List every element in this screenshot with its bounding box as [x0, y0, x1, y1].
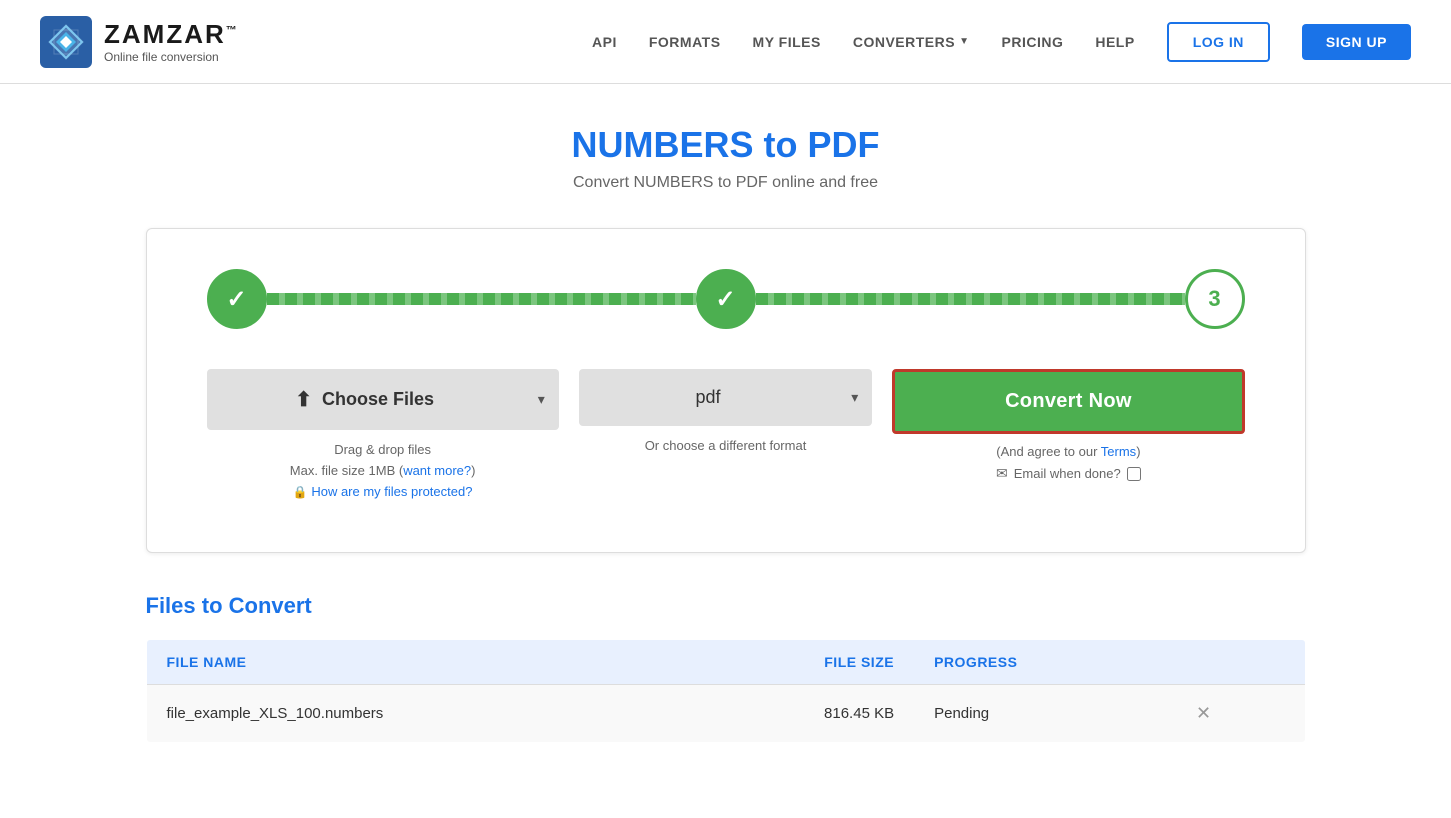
step-3-label: 3 [1208, 286, 1220, 312]
convert-now-button[interactable]: Convert Now [892, 369, 1244, 434]
format-control-group: pdf ▾ Or choose a different format [579, 369, 873, 457]
files-table: FILE NAME FILE SIZE PROGRESS file_exampl… [146, 639, 1306, 743]
file-progress-cell: Pending [914, 685, 1172, 743]
email-icon: ✉ [996, 465, 1008, 482]
step-line-2 [756, 293, 1185, 305]
col-filesize: FILE SIZE [684, 640, 914, 685]
file-remove-cell: ✕ [1172, 685, 1305, 743]
logo-tagline: Online file conversion [104, 50, 239, 64]
terms-text: (And agree to our Terms) [996, 444, 1140, 459]
upload-icon: ⬆ [295, 387, 312, 412]
nav-pricing[interactable]: PRICING [1002, 34, 1064, 50]
files-control-group: ⬆ Choose Files ▾ Drag & drop files Max. … [207, 369, 559, 502]
format-select-button[interactable]: pdf ▾ [579, 369, 873, 426]
file-size-cell: 816.45 KB [684, 685, 914, 743]
files-section: Files to Convert FILE NAME FILE SIZE PRO… [146, 593, 1306, 743]
step-3: 3 [1185, 269, 1245, 329]
page-title-section: NUMBERS to PDF Convert NUMBERS to PDF on… [146, 124, 1306, 192]
choose-files-arrow-icon: ▾ [524, 373, 559, 426]
logo[interactable]: ZAMZAR™ Online file conversion [40, 16, 239, 68]
format-arrow-icon: ▾ [837, 371, 872, 424]
login-button[interactable]: LOG IN [1167, 22, 1270, 62]
format-value: pdf [695, 387, 720, 407]
choose-files-label: Choose Files [322, 389, 434, 410]
nav-my-files[interactable]: MY FILES [753, 34, 821, 50]
terms-link[interactable]: Terms [1101, 444, 1136, 459]
step-1-check: ✓ [226, 285, 246, 314]
converters-chevron-icon: ▼ [959, 36, 969, 47]
email-checkbox[interactable] [1127, 467, 1141, 481]
email-label: Email when done? [1014, 466, 1121, 481]
logo-icon [40, 16, 92, 68]
col-progress: PROGRESS [914, 640, 1172, 685]
col-filename: FILE NAME [146, 640, 684, 685]
main-nav: API FORMATS MY FILES CONVERTERS ▼ PRICIN… [592, 22, 1411, 62]
lock-icon: 🔒 [293, 485, 308, 499]
convert-control-group: Convert Now (And agree to our Terms) ✉ E… [892, 369, 1244, 482]
table-row: file_example_XLS_100.numbers 816.45 KB P… [146, 685, 1305, 743]
want-more-link[interactable]: want more? [403, 463, 471, 478]
files-heading: Files to Convert [146, 593, 1306, 619]
choose-files-button[interactable]: ⬆ Choose Files ▾ [207, 369, 559, 430]
conversion-box: ✓ ✓ 3 ⬆ Choose Files ▾ [146, 228, 1306, 553]
nav-help[interactable]: HELP [1095, 34, 1134, 50]
email-row: ✉ Email when done? [996, 465, 1141, 482]
logo-name: ZAMZAR™ [104, 19, 239, 50]
page-subtitle: Convert NUMBERS to PDF online and free [146, 174, 1306, 192]
file-name-cell: file_example_XLS_100.numbers [146, 685, 684, 743]
col-actions [1172, 640, 1305, 685]
remove-file-button[interactable]: ✕ [1192, 703, 1215, 724]
steps-indicator: ✓ ✓ 3 [207, 269, 1245, 329]
files-protected-link[interactable]: How are my files protected? [311, 484, 472, 499]
nav-api[interactable]: API [592, 34, 617, 50]
files-helper-text: Drag & drop files Max. file size 1MB (wa… [290, 440, 476, 502]
page-title: NUMBERS to PDF [146, 124, 1306, 166]
step-2-check: ✓ [715, 285, 735, 314]
format-helper-text: Or choose a different format [645, 436, 807, 457]
nav-formats[interactable]: FORMATS [649, 34, 721, 50]
step-line-1 [267, 293, 696, 305]
nav-converters[interactable]: CONVERTERS ▼ [853, 34, 970, 50]
step-2: ✓ [696, 269, 756, 329]
step-1: ✓ [207, 269, 267, 329]
main-content: NUMBERS to PDF Convert NUMBERS to PDF on… [126, 84, 1326, 783]
controls-row: ⬆ Choose Files ▾ Drag & drop files Max. … [207, 369, 1245, 502]
signup-button[interactable]: SIGN UP [1302, 24, 1411, 60]
